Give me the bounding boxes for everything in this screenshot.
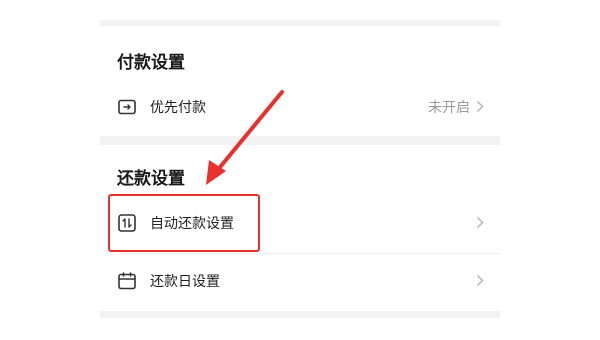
annotation-arrow bbox=[206, 90, 284, 185]
